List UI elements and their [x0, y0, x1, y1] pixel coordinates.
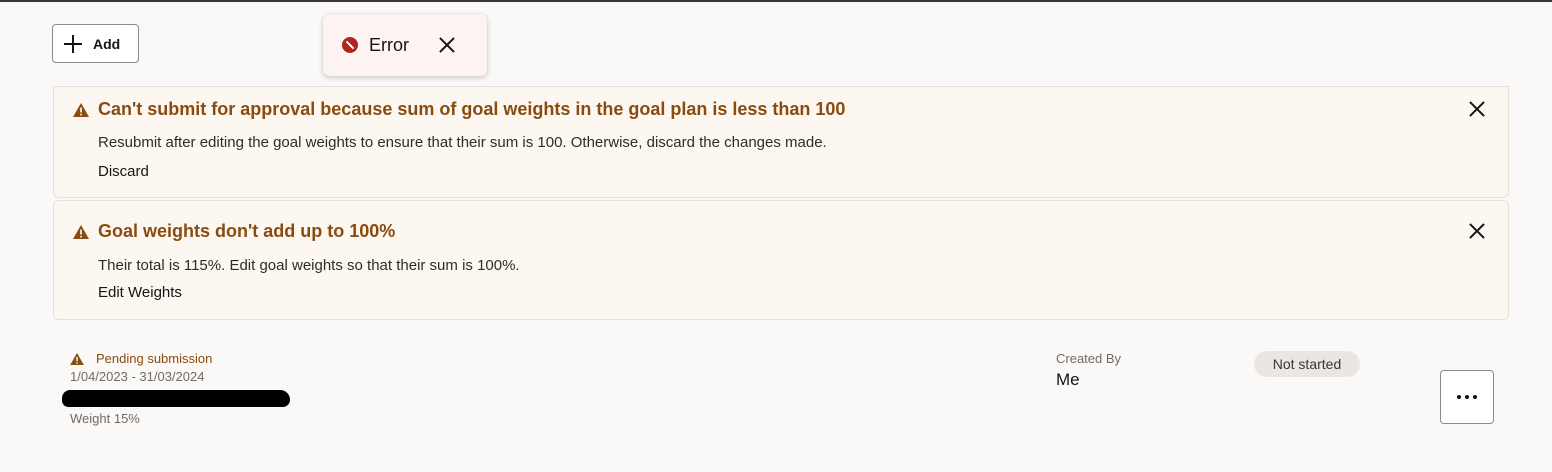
close-icon[interactable]	[1468, 100, 1486, 118]
created-by-value: Me	[1056, 370, 1080, 389]
add-button[interactable]: Add	[52, 24, 139, 63]
status-badge: Not started	[1254, 351, 1360, 377]
goal-status: Pending submission	[70, 351, 212, 366]
discard-link[interactable]: Discard	[98, 163, 149, 180]
plus-icon	[63, 34, 83, 54]
goal-dates: 1/04/2023 - 31/03/2024	[70, 369, 205, 384]
more-icon	[1465, 395, 1469, 399]
warning-icon	[73, 225, 89, 239]
warning-icon	[73, 103, 89, 117]
error-toast: Error	[323, 14, 487, 76]
message-body: Their total is 115%. Edit goal weights s…	[98, 257, 520, 274]
close-icon[interactable]	[438, 36, 456, 54]
more-actions-button[interactable]	[1440, 370, 1494, 424]
warning-icon	[70, 352, 84, 365]
warning-message-submit: Can't submit for approval because sum of…	[53, 86, 1509, 198]
error-toast-title: Error	[369, 34, 409, 55]
message-body: Resubmit after editing the goal weights …	[98, 134, 827, 151]
goal-status-text: Pending submission	[96, 351, 213, 366]
close-icon[interactable]	[1468, 222, 1486, 240]
created-by-label: Created By	[1056, 351, 1122, 366]
error-icon	[342, 37, 358, 53]
goal-weight: Weight 15%	[70, 411, 140, 426]
add-button-label: Add	[93, 35, 121, 52]
message-title: Goal weights don't add up to 100%	[98, 221, 396, 241]
more-icon	[1457, 395, 1461, 399]
message-title: Can't submit for approval because sum of…	[98, 99, 846, 119]
edit-weights-link[interactable]: Edit Weights	[98, 284, 182, 301]
goal-row: Pending submission 1/04/2023 - 31/03/202…	[0, 330, 1552, 472]
warning-message-weights: Goal weights don't add up to 100% Their …	[53, 200, 1509, 320]
redacted-goal-name	[62, 390, 290, 407]
top-border	[0, 0, 1552, 2]
more-icon	[1473, 395, 1477, 399]
